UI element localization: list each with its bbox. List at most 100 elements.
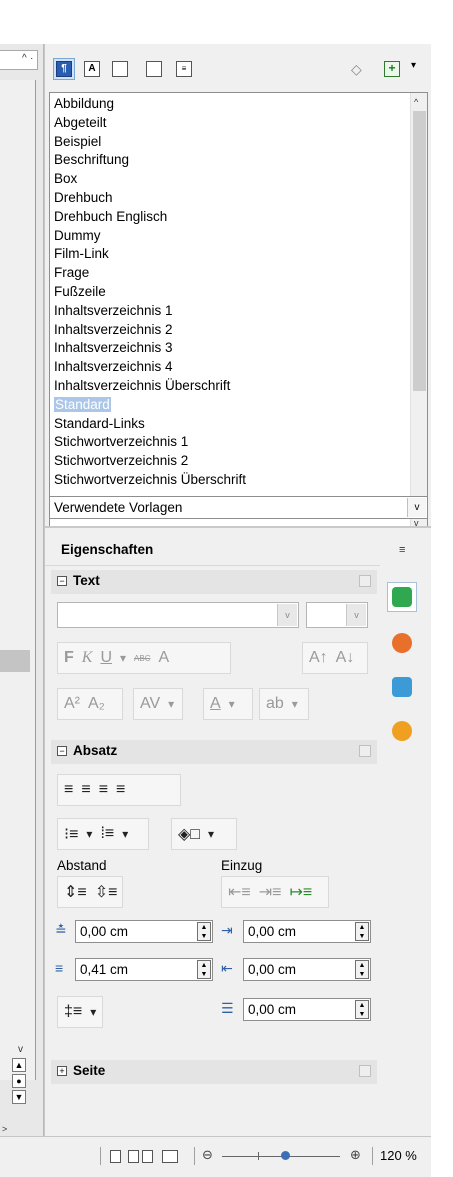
character-styles-button[interactable]: A [81,58,103,80]
paint-bucket-icon[interactable]: ◇ [351,61,362,78]
bold-button[interactable]: F [64,649,74,667]
collapse-icon[interactable]: − [57,576,67,586]
list-item[interactable]: Standard-Links [54,415,404,434]
chevron-down-icon[interactable]: ▾ [411,60,416,71]
more-options-icon[interactable] [359,575,371,587]
list-item[interactable]: Abgeteilt [54,114,404,133]
chevron-down-icon[interactable]: v [277,604,297,626]
list-item[interactable]: Inhaltsverzeichnis 3 [54,339,404,358]
zoom-slider-knob[interactable] [281,1151,290,1160]
collapse-icon[interactable]: − [57,746,67,756]
spin-buttons[interactable]: ▲ ▼ [355,1000,369,1019]
zoom-in-icon[interactable]: ⊕ [350,1147,361,1163]
next-page-button[interactable]: ▼ [12,1090,26,1104]
align-center-icon[interactable]: ≡ [81,781,90,799]
sidebar-menu-icon[interactable]: ≡ [399,544,405,556]
font-size-combo[interactable]: v [306,602,368,628]
spin-buttons[interactable]: ▲ ▼ [355,922,369,941]
list-item[interactable]: Fußzeile [54,283,404,302]
increase-font-icon[interactable]: A↑ [309,649,328,667]
more-options-icon[interactable] [359,1065,371,1077]
spacing-button[interactable]: AV ▾ [133,688,183,720]
list-styles-button[interactable]: ≡ [173,58,195,80]
frame-styles-button[interactable] [109,58,131,80]
zoom-out-icon[interactable]: ⊖ [202,1147,213,1163]
list-item[interactable]: Box [54,170,404,189]
list-item[interactable]: Drehbuch [54,189,404,208]
document-area[interactable]: . ^ v ▲ ● ▼ > [0,44,44,1142]
italic-button[interactable]: K [82,649,93,667]
align-right-icon[interactable]: ≡ [99,781,108,799]
previous-page-button[interactable]: ▲ [12,1058,26,1072]
chevron-down-icon[interactable]: v [346,604,366,626]
list-item[interactable]: Drehbuch Englisch [54,208,404,227]
scrollbar-thumb[interactable] [413,111,426,391]
shadow-button[interactable]: A [159,649,170,667]
scroll-down-icon[interactable]: v [18,1044,23,1055]
justify-icon[interactable]: ≡ [116,781,125,799]
below-spacing-field[interactable]: 0,41 cm ▲ ▼ [75,958,213,981]
paragraph-styles-button[interactable]: ¶ [53,58,75,80]
list-item[interactable]: Stichwortverzeichnis 1 [54,433,404,452]
line-spacing-button[interactable]: ‡≡ ▾ [57,996,103,1028]
spin-buttons[interactable]: ▲ ▼ [355,960,369,979]
decrease-font-icon[interactable]: A↓ [336,649,355,667]
list-item[interactable]: Inhaltsverzeichnis 1 [54,302,404,321]
list-item[interactable]: Inhaltsverzeichnis 4 [54,358,404,377]
navigation-button[interactable]: ● [12,1074,26,1088]
highlight-color-button[interactable]: ab ▾ [259,688,309,720]
selected-list-item[interactable]: Standard [54,396,404,415]
increase-spacing-icon[interactable]: ⇕≡ [64,882,87,902]
list-item[interactable]: Stichwortverzeichnis Überschrift [54,471,404,490]
document-page[interactable] [0,80,36,1080]
expand-arrow-icon[interactable]: > [2,1124,7,1134]
style-list[interactable]: Abbildung Abgeteilt Beispiel Beschriftun… [49,92,428,531]
strikethrough-button[interactable]: ABC [134,654,150,663]
hanging-indent-icon[interactable]: ↦≡ [290,882,313,902]
list-item[interactable]: Dummy [54,227,404,246]
tab-gallery[interactable] [387,628,417,658]
align-left-icon[interactable]: ≡ [64,781,73,799]
tab-properties[interactable] [387,582,417,612]
tab-navigator[interactable] [387,672,417,702]
chevron-down-icon[interactable]: ▾ [120,651,126,665]
book-view-icon[interactable] [162,1150,178,1163]
list-item[interactable]: Stichwortverzeichnis 2 [54,452,404,471]
tab-functions[interactable] [387,716,417,746]
list-item[interactable]: Beispiel [54,133,404,152]
page-panel-header[interactable]: + Seite [51,1060,377,1084]
bullet-list-icon[interactable]: ⁝≡ [64,824,78,844]
paragraph-panel-header[interactable]: − Absatz [51,740,377,764]
style-filter-select[interactable]: Verwendete Vorlagen v [49,496,428,519]
list-item[interactable]: Inhaltsverzeichnis 2 [54,321,404,340]
first-line-indent-field[interactable]: 0,00 cm ▲ ▼ [243,998,371,1021]
chevron-down-icon[interactable]: v [407,498,426,517]
expand-icon[interactable]: + [57,1066,67,1076]
list-scrollbar[interactable]: ^ v [410,93,427,530]
zoom-level[interactable]: 120 % [380,1148,417,1163]
after-indent-field[interactable]: 0,00 cm ▲ ▼ [243,958,371,981]
chevron-down-icon[interactable]: ▾ [122,827,128,841]
list-item[interactable]: Frage [54,264,404,283]
more-options-icon[interactable] [359,745,371,757]
chevron-down-icon[interactable]: ▾ [86,827,92,841]
superscript-icon[interactable]: A² [64,695,80,713]
spin-buttons[interactable]: ▲ ▼ [197,960,211,979]
multi-page-view-icon[interactable] [128,1150,139,1163]
decrease-spacing-icon[interactable]: ⇳≡ [95,882,118,902]
list-item[interactable]: Abbildung [54,95,404,114]
increase-indent-icon[interactable]: ⇤≡ [228,882,251,902]
spin-buttons[interactable]: ▲ ▼ [197,922,211,941]
font-color-button[interactable]: A ▾ [203,688,253,720]
page-styles-button[interactable] [143,58,165,80]
underline-button[interactable]: U [100,649,112,667]
above-spacing-field[interactable]: 0,00 cm ▲ ▼ [75,920,213,943]
font-name-combo[interactable]: v [57,602,299,628]
background-button[interactable]: ◈□ ▾ [171,818,237,850]
list-item[interactable]: Inhaltsverzeichnis Überschrift [54,377,404,396]
decrease-indent-icon[interactable]: ⇥≡ [259,882,282,902]
list-item[interactable]: Film-Link [54,245,404,264]
scroll-up-icon[interactable]: ^ [22,53,27,64]
text-panel-header[interactable]: − Text [51,570,377,594]
before-indent-field[interactable]: 0,00 cm ▲ ▼ [243,920,371,943]
